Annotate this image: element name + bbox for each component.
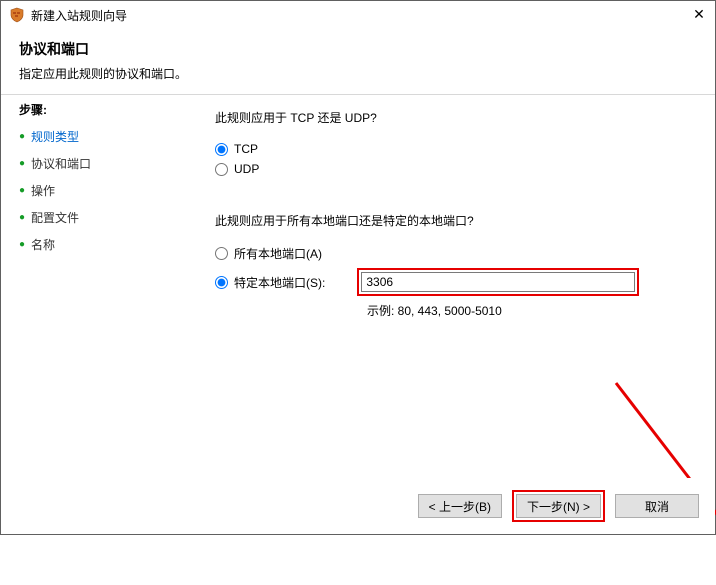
radio-udp-label: UDP [234, 162, 259, 176]
page-title: 协议和端口 [19, 39, 697, 59]
port-input-highlight [357, 268, 639, 296]
main-panel: 此规则应用于 TCP 还是 UDP? TCP UDP 此规则应用于所有本地端口还… [191, 95, 715, 488]
window-title: 新建入站规则向导 [31, 7, 127, 24]
step-action[interactable]: ● 操作 [19, 182, 179, 199]
step-label: 操作 [31, 182, 55, 199]
next-button-highlight: 下一步(N) > [512, 490, 605, 522]
step-name[interactable]: ● 名称 [19, 236, 179, 253]
protocol-question: 此规则应用于 TCP 还是 UDP? [215, 109, 691, 126]
radio-udp[interactable]: UDP [215, 162, 691, 176]
steps-sidebar: 步骤: ● 规则类型 ● 协议和端口 ● 操作 ● 配置文件 ● 名称 [1, 95, 191, 488]
firewall-icon [9, 7, 25, 23]
port-input[interactable] [361, 272, 635, 292]
bullet-icon: ● [19, 131, 25, 142]
step-protocol-port[interactable]: ● 协议和端口 [19, 155, 179, 172]
radio-tcp-input[interactable] [215, 143, 228, 156]
radio-all-ports-input[interactable] [215, 247, 228, 260]
back-button[interactable]: < 上一步(B) [418, 494, 502, 518]
radio-specific-ports-input[interactable] [215, 276, 228, 289]
cancel-button[interactable]: 取消 [615, 494, 699, 518]
page-description: 指定应用此规则的协议和端口。 [19, 65, 697, 82]
bullet-icon: ● [19, 158, 25, 169]
step-label: 协议和端口 [31, 155, 91, 172]
bullet-icon: ● [19, 185, 25, 196]
wizard-header: 协议和端口 指定应用此规则的协议和端口。 [1, 29, 715, 90]
radio-specific-ports[interactable]: 特定本地端口(S): [215, 274, 325, 291]
next-button[interactable]: 下一步(N) > [516, 494, 601, 518]
radio-all-ports-label: 所有本地端口(A) [234, 245, 322, 262]
title-bar: 新建入站规则向导 ✕ [1, 1, 715, 29]
wizard-buttons: < 上一步(B) 下一步(N) > 取消 [1, 478, 715, 534]
radio-specific-ports-label: 特定本地端口(S): [234, 274, 325, 291]
step-profile[interactable]: ● 配置文件 [19, 209, 179, 226]
step-label: 配置文件 [31, 209, 79, 226]
steps-heading: 步骤: [19, 101, 179, 118]
close-button[interactable]: ✕ [689, 5, 709, 25]
step-label: 规则类型 [31, 128, 79, 145]
port-example: 示例: 80, 443, 5000-5010 [367, 302, 691, 319]
radio-all-ports[interactable]: 所有本地端口(A) [215, 245, 691, 262]
port-question: 此规则应用于所有本地端口还是特定的本地端口? [215, 212, 691, 229]
step-rule-type[interactable]: ● 规则类型 [19, 128, 179, 145]
radio-tcp-label: TCP [234, 142, 258, 156]
bullet-icon: ● [19, 239, 25, 250]
bullet-icon: ● [19, 212, 25, 223]
radio-udp-input[interactable] [215, 163, 228, 176]
radio-tcp[interactable]: TCP [215, 142, 691, 156]
step-label: 名称 [31, 236, 55, 253]
